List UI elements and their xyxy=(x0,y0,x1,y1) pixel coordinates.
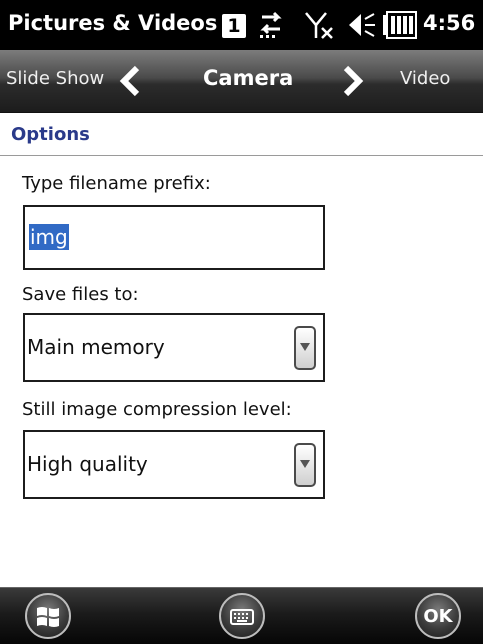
tab-video[interactable]: Video xyxy=(400,68,450,89)
battery-icon xyxy=(383,11,417,39)
chevron-down-icon xyxy=(300,460,310,468)
compression-label: Still image compression level: xyxy=(22,399,292,420)
filename-prefix-input[interactable]: img xyxy=(23,205,325,270)
compression-select[interactable]: High quality xyxy=(23,430,325,499)
screen: Pictures & Videos 1 4:56 Slide Show Came… xyxy=(0,0,483,644)
status-bar: Pictures & Videos 1 4:56 xyxy=(0,0,483,50)
compression-value: High quality xyxy=(27,452,148,476)
clock[interactable]: 4:56 xyxy=(423,11,475,35)
no-signal-icon xyxy=(305,12,333,39)
save-files-value: Main memory xyxy=(27,335,165,359)
sim-indicator: 1 xyxy=(222,14,246,38)
start-button[interactable] xyxy=(25,593,71,639)
tab-slide-show[interactable]: Slide Show xyxy=(6,68,104,89)
compression-dropdown-button[interactable] xyxy=(294,443,316,487)
chevron-left-icon[interactable] xyxy=(117,65,143,97)
save-files-dropdown-button[interactable] xyxy=(294,326,316,370)
ok-button[interactable]: OK xyxy=(415,593,461,639)
windows-start-icon xyxy=(37,607,59,627)
chevron-right-icon[interactable] xyxy=(340,65,366,97)
tab-header: Slide Show Camera Video xyxy=(0,50,483,113)
save-files-label: Save files to: xyxy=(22,284,139,305)
chevron-down-icon xyxy=(300,343,310,351)
keyboard-icon xyxy=(230,609,254,625)
options-header: Options xyxy=(0,113,483,156)
ok-label: OK xyxy=(423,606,453,627)
keyboard-button[interactable] xyxy=(219,593,265,639)
save-files-select[interactable]: Main memory xyxy=(23,313,325,382)
softkey-bar: OK xyxy=(0,587,483,644)
app-title[interactable]: Pictures & Videos xyxy=(8,11,217,35)
tab-camera: Camera xyxy=(203,66,294,90)
data-sync-icon xyxy=(260,11,282,38)
volume-icon xyxy=(349,13,375,37)
options-title: Options xyxy=(11,124,90,145)
filename-prefix-value[interactable]: img xyxy=(29,224,69,250)
filename-prefix-label: Type filename prefix: xyxy=(22,173,211,194)
